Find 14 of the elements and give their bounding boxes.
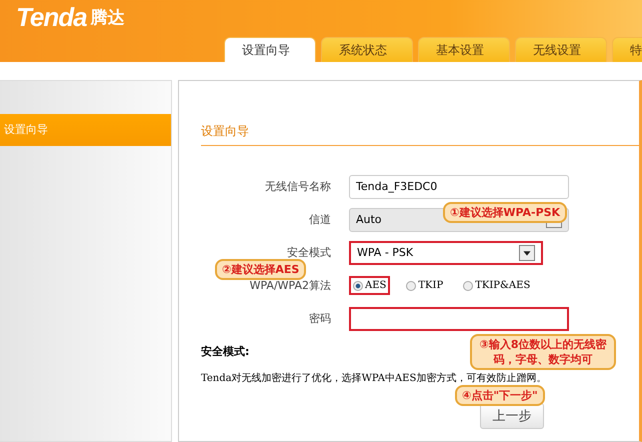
callout-tooltip: ④点击"下一步" [455,385,545,406]
callout-tooltip: ①建议选择WPA-PSK [443,202,568,223]
field-label: 密码 [308,311,331,326]
callout-tooltip: ②建议选择AES [215,259,306,280]
field-label: 无线信号名称 [264,179,331,194]
callout-tooltip: ③输入8位数以上的无线密码，字母、数字均可 [470,334,616,370]
note-text: Tenda对无线加密进行了优化，选择WPA中AES加密方式，可有效防止蹭网。 [201,372,548,386]
panel-title: 设置向导 [201,123,639,146]
section-heading: 安全模式: [201,345,250,359]
field-label: 信道 [308,212,331,227]
field-label: 安全模式 [286,245,331,260]
logo: Tenda [16,2,87,33]
field-label: WPA/WPA2算法 [248,278,331,293]
logo-text: 腾达 [90,7,125,29]
